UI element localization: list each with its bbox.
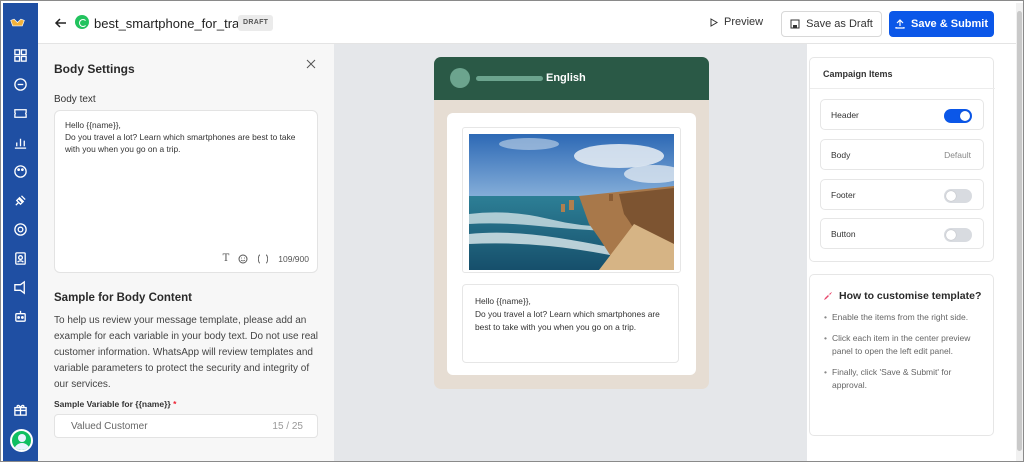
plug-icon[interactable] (11, 191, 29, 209)
editor-toolbar: T 109/900 (223, 253, 309, 264)
whatsapp-preview: English Hello {{name}}, Do you travel a … (434, 57, 709, 389)
sample-description: To help us review your message template,… (54, 315, 319, 390)
chat-header: English (434, 57, 709, 100)
save-draft-label: Save as Draft (806, 18, 873, 30)
campaign-item-button[interactable]: Button (820, 218, 984, 249)
preview-panel: English Hello {{name}}, Do you travel a … (334, 44, 807, 461)
settings-icon[interactable] (11, 220, 29, 238)
palette-icon[interactable] (11, 162, 29, 180)
status-badge: DRAFT (238, 15, 274, 31)
campaign-item-footer[interactable]: Footer (820, 179, 984, 210)
close-icon[interactable] (306, 59, 316, 69)
campaign-item-header[interactable]: Header (820, 99, 984, 130)
help-card: How to customise template? Enable the it… (809, 274, 994, 436)
app-window: best_smartphone_for_travel DRAFT Preview… (0, 0, 1024, 462)
sample-heading: Sample for Body Content (54, 292, 193, 304)
brand-logo-icon[interactable] (10, 15, 25, 30)
contact-avatar (450, 68, 470, 88)
dashboard-icon[interactable] (11, 46, 29, 64)
contact-name-placeholder (476, 76, 543, 81)
preview-label: Preview (724, 16, 764, 28)
campaign-item-label: Button (831, 229, 856, 239)
preview-button[interactable]: Preview (710, 16, 763, 28)
campaign-items-title: Campaign Items (823, 69, 893, 79)
header-media[interactable] (462, 127, 681, 273)
header-toggle[interactable] (944, 109, 972, 123)
scrollbar-thumb[interactable] (1017, 11, 1022, 451)
message-text: Hello {{name}}, Do you travel a lot? Lea… (475, 296, 660, 332)
language-label: English (546, 72, 586, 84)
save-submit-button[interactable]: Save & Submit (889, 11, 994, 37)
sample-variable-value: Valued Customer (71, 421, 148, 432)
emoji-icon[interactable] (238, 254, 248, 264)
body-text-value[interactable]: Hello {{name}}, Do you travel a lot? Lea… (65, 119, 310, 155)
variable-icon[interactable] (257, 254, 269, 264)
nav-sidebar (3, 3, 38, 461)
gift-icon[interactable] (11, 400, 29, 418)
sample-variable-label: Sample Variable for {{name}} * (54, 399, 177, 409)
message-bubble: Hello {{name}}, Do you travel a lot? Lea… (447, 113, 696, 375)
scrollbar[interactable] (1016, 3, 1023, 461)
campaign-item-label: Body (831, 150, 851, 160)
sample-variable-count: 15 / 25 (272, 421, 303, 432)
rocket-icon (824, 291, 832, 300)
help-title: How to customise template? (822, 290, 981, 302)
sample-variable-input[interactable]: Valued Customer 15 / 25 (54, 414, 318, 438)
bot-icon[interactable] (11, 307, 29, 325)
help-tip: Finally, click 'Save & Submit' for appro… (824, 366, 984, 392)
whatsapp-icon (75, 15, 89, 29)
body-text-label: Body text (54, 94, 96, 105)
contacts-icon[interactable] (11, 249, 29, 267)
campaign-icon[interactable] (11, 278, 29, 296)
help-tip: Click each item in the center preview pa… (824, 332, 984, 358)
save-draft-button[interactable]: Save as Draft (781, 11, 882, 37)
char-count: 109/900 (278, 253, 309, 264)
panel-title: Body Settings (54, 62, 135, 76)
play-icon (710, 17, 718, 27)
campaign-item-body[interactable]: Body Default (820, 139, 984, 170)
text-format-icon[interactable]: T (223, 253, 230, 264)
top-bar: best_smartphone_for_travel DRAFT Preview… (38, 3, 1021, 44)
required-mark: * (173, 399, 177, 409)
save-submit-label: Save & Submit (910, 18, 989, 30)
save-icon (790, 19, 800, 29)
divider (810, 88, 995, 89)
campaign-item-label: Header (831, 110, 859, 120)
footer-toggle[interactable] (944, 189, 972, 203)
body-default-value: Default (944, 150, 971, 160)
campaign-item-label: Footer (831, 190, 856, 200)
body-settings-panel: Body Settings Body text Hello {{name}}, … (38, 44, 334, 461)
user-avatar[interactable] (10, 429, 33, 452)
back-arrow-icon[interactable] (54, 16, 68, 30)
upload-icon (895, 19, 905, 29)
campaign-items-card: Campaign Items Header Body Default Foote… (809, 57, 995, 262)
help-tips: Enable the items from the right side. Cl… (824, 311, 984, 400)
coastline-image (469, 134, 674, 270)
body-text-editor[interactable]: Hello {{name}}, Do you travel a lot? Lea… (54, 110, 318, 273)
help-tip: Enable the items from the right side. (824, 311, 984, 324)
chat-icon[interactable] (11, 75, 29, 93)
template-title: best_smartphone_for_travel (94, 16, 256, 31)
ticket-icon[interactable] (11, 104, 29, 122)
message-body[interactable]: Hello {{name}}, Do you travel a lot? Lea… (462, 284, 679, 363)
analytics-icon[interactable] (11, 133, 29, 151)
button-toggle[interactable] (944, 228, 972, 242)
